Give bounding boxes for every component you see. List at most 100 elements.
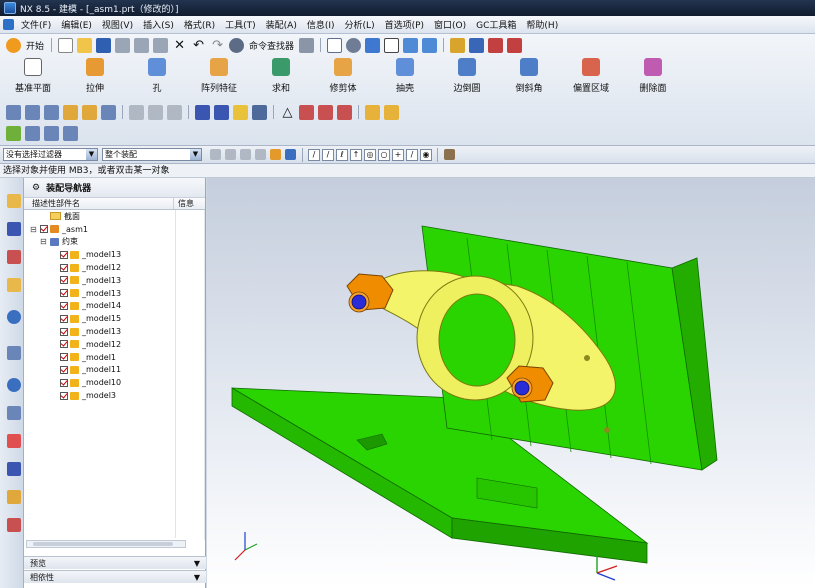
column-info[interactable]: 信息 [174,198,194,209]
offset-region-button[interactable]: 偏置区域 [562,56,620,100]
snap-endpoint-icon[interactable]: / [308,148,320,161]
filter6-icon[interactable] [285,149,296,160]
filter-icon[interactable] [210,149,221,160]
tree-row[interactable]: ⊟ _asm1 [24,223,204,236]
system-scene-tab-icon[interactable] [7,518,21,532]
visibility-checkbox[interactable] [60,301,68,310]
snap-point-icon[interactable]: ◉ [420,148,432,161]
hole-button[interactable]: 孔 [128,56,186,100]
constraint-navigator-tab-icon[interactable] [7,222,21,236]
snap-midpoint-icon[interactable]: / [322,148,334,161]
menu-item-12[interactable]: 帮助(H) [521,18,563,31]
triangle-icon[interactable]: △ [280,105,295,120]
bold-b-icon[interactable] [195,104,210,120]
visibility-checkbox[interactable] [60,289,68,298]
analysis-icon[interactable] [25,125,40,141]
scope-dropdown[interactable]: 整个装配 ▼ [102,148,202,161]
trim-body-button[interactable]: 修剪体 [314,56,372,100]
visibility-checkbox[interactable] [60,378,68,387]
visual-tab-icon[interactable] [7,434,21,448]
menu-item-4[interactable]: 格式(R) [179,18,220,31]
web-browser-tab-icon[interactable] [7,310,21,324]
reuse-library-tab-icon[interactable] [7,278,21,292]
unite-button[interactable]: 求和 [252,56,310,100]
compare-icon[interactable] [63,125,78,141]
check-icon[interactable] [6,125,21,141]
scroll-thumb[interactable] [33,542,173,546]
snap-plus-icon[interactable]: + [392,148,404,161]
command-finder-button[interactable]: 命令查找器 [249,39,294,52]
filter3-icon[interactable] [240,149,251,160]
tree-row[interactable]: _model13 [24,325,204,338]
visibility-checkbox[interactable] [60,353,68,362]
paste-icon[interactable] [153,37,169,53]
snap-intersection-icon[interactable]: ↑ [350,148,362,161]
process-tab-icon[interactable] [7,462,21,476]
tree-row[interactable]: _model15 [24,312,204,325]
tree-row[interactable]: _model13 [24,274,204,287]
filter2-icon[interactable] [225,149,236,160]
layer-icon[interactable] [403,37,419,53]
system-materials-tab-icon[interactable] [7,406,21,420]
filter4-icon[interactable] [255,149,266,160]
tree-row[interactable]: _model14 [24,300,204,313]
snap-tangent-icon[interactable]: / [406,148,418,161]
pattern-feature-button[interactable]: 阵列特征 [190,56,248,100]
menu-item-2[interactable]: 视图(V) [97,18,138,31]
new-file-icon[interactable] [58,37,74,53]
sketch-icon[interactable] [101,104,116,120]
visibility-checkbox[interactable] [60,327,68,336]
chamfer-button[interactable]: 倒斜角 [500,56,558,100]
menu-item-7[interactable]: 信息(I) [302,18,340,31]
open-folder-icon[interactable] [77,37,93,53]
delete-icon[interactable]: ✕ [172,38,187,53]
selection-icon[interactable] [327,37,343,53]
menu-item-11[interactable]: GC工具箱 [471,18,521,31]
menu-item-6[interactable]: 装配(A) [261,18,302,31]
horizontal-scrollbar[interactable] [26,540,186,548]
visibility-checkbox[interactable] [60,365,68,374]
dimension-icon[interactable] [507,37,523,53]
constraint-icon[interactable] [63,104,78,120]
expand-toggle-icon[interactable]: ⊟ [40,237,48,246]
menu-item-5[interactable]: 工具(T) [220,18,261,31]
assembly-navigator-tab-icon[interactable] [7,194,21,208]
snap-icon[interactable] [450,37,466,53]
tree-row[interactable]: _model3 [24,389,204,402]
add-component-icon[interactable] [44,104,59,120]
tree-row[interactable]: _model12 [24,261,204,274]
component-icon[interactable] [25,104,40,120]
background-icon[interactable] [384,37,400,53]
column-part-name[interactable]: 描述性部件名 [24,198,174,209]
undo-icon[interactable]: ↶ [191,38,206,53]
filter5-icon[interactable] [270,149,281,160]
tree-row[interactable]: _model13 [24,248,204,261]
edge-blend-button[interactable]: 边倒圆 [438,56,496,100]
redo-icon[interactable]: ↷ [210,38,225,53]
highlight-icon[interactable] [233,104,248,120]
roles-tab-icon[interactable] [7,490,21,504]
menu-item-9[interactable]: 首选项(P) [380,18,429,31]
snap-point-icon[interactable] [469,37,485,53]
tree-row[interactable]: _model13 [24,287,204,300]
expand-toggle-icon[interactable]: ⊟ [30,225,38,234]
start-button[interactable]: 开始 [26,39,44,52]
datum-plane-button[interactable]: 基准平面 [4,56,62,100]
measure-icon[interactable] [488,37,504,53]
snap-quadrant-icon[interactable]: ○ [378,148,390,161]
material-icon[interactable] [384,104,399,120]
table-icon[interactable] [318,104,333,120]
graphics-window[interactable] [207,178,815,588]
gear-icon[interactable]: ⚙ [32,183,40,193]
line-icon[interactable] [148,104,163,120]
arc-icon[interactable] [167,104,182,120]
tree-row[interactable]: _model1 [24,351,204,364]
start-icon[interactable] [6,37,21,53]
view-orient-icon[interactable] [346,37,362,53]
render-icon[interactable] [365,104,380,120]
visibility-checkbox[interactable] [60,314,68,323]
dependencies-section[interactable]: 相依性 ▼ [24,570,206,583]
visibility-checkbox[interactable] [60,276,68,285]
tree-row[interactable]: 截面 [24,210,204,223]
menu-item-10[interactable]: 窗口(O) [429,18,471,31]
